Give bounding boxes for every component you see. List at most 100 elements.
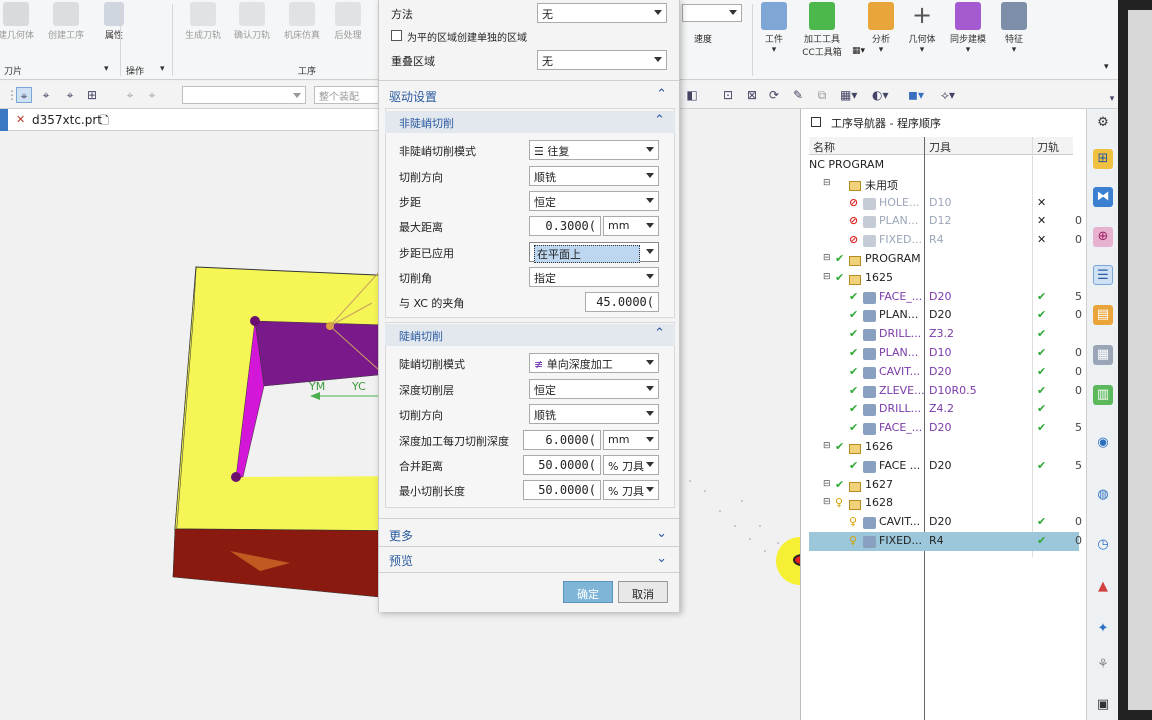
snap-view-icon[interactable]: ⧉ [814, 87, 830, 103]
clock-icon[interactable]: ◷ [1093, 535, 1113, 555]
column-tool[interactable]: 刀具 [925, 137, 1033, 155]
preview-section[interactable]: 预览 ⌄ [381, 548, 677, 570]
cut-angle-select[interactable]: 指定 [529, 267, 659, 287]
tree-row[interactable]: NC PROGRAM [809, 156, 1079, 175]
tree-row[interactable]: ✔ FACE ... D20 ✔ 5 [809, 457, 1082, 476]
layout-icon[interactable]: ▦▾ [840, 87, 857, 103]
separate-region-checkbox[interactable] [391, 30, 402, 41]
settings-icon[interactable]: ⚙ [1093, 113, 1113, 133]
step-applied-select[interactable]: 在平面上 [529, 242, 659, 263]
expand-toggle-icon[interactable]: ⊟ [823, 178, 831, 188]
tree-row[interactable]: ✔ DRILL... Z3.2 ✔ [809, 325, 1079, 344]
machining-feature-icon[interactable]: ▦ [1093, 345, 1113, 365]
expand-toggle-icon[interactable]: ⊟ [823, 479, 831, 489]
min-cut-length-unit-select[interactable]: % 刀具 [603, 480, 659, 500]
column-path[interactable]: 刀轨 [1033, 137, 1073, 155]
tree-row[interactable]: ⊘ PLAN... D12 ✕ 0 [809, 212, 1082, 231]
non-steep-mode-select[interactable]: ☰ 往复 [529, 140, 659, 160]
part-navigator-icon[interactable]: ⊞ [1093, 149, 1113, 169]
select-face-icon[interactable]: ⊞ [84, 87, 100, 103]
non-steep-direction-select[interactable]: 顺铣 [529, 166, 659, 186]
tree-row[interactable]: ⊘ HOLE... D10 ✕ [809, 194, 1079, 213]
feature-button[interactable]: 特征 ▾ [984, 2, 1044, 55]
filter-assembly-icon[interactable]: ⌖ [144, 87, 160, 103]
speed-combo[interactable] [682, 4, 742, 22]
visualization-icon[interactable]: ▲ [1093, 577, 1113, 597]
tree-row[interactable]: ♀ FIXED... R4 ✔ 0 [809, 532, 1082, 551]
expand-toggle-icon[interactable]: ⊟ [823, 272, 831, 282]
web-browser-icon[interactable]: ◉ [1093, 433, 1113, 453]
tree-row[interactable]: ⊟ 未用项 [809, 175, 1079, 194]
tree-row[interactable]: ⊟ ✔ 1626 [809, 438, 1079, 457]
postprocess-button[interactable]: 后处理 [318, 2, 378, 41]
max-distance-unit-select[interactable]: mm [603, 216, 659, 236]
display-options-icon[interactable]: ⟡▾ [940, 87, 956, 103]
steep-mode-select[interactable]: ≢ 单向深度加工 [529, 353, 659, 373]
drive-settings-section[interactable]: 驱动设置 ⌃ [381, 84, 677, 106]
system-scenes-icon[interactable]: ▣ [1093, 695, 1113, 715]
method-select[interactable]: 无 [537, 3, 667, 23]
file-tab-name[interactable]: d357xtc.prt [32, 113, 102, 127]
min-cut-length-input[interactable]: 50.0000( [523, 480, 601, 500]
merge-distance-input[interactable]: 50.0000( [523, 455, 601, 475]
scope-combo[interactable]: 整个装配 [314, 86, 380, 104]
machining-tools-button[interactable]: 加工工具 CC工具箱 [792, 2, 852, 58]
xc-angle-input[interactable]: 45.0000( [585, 292, 659, 312]
non-steep-header[interactable]: 非陡峭切削 ⌃ [385, 111, 675, 133]
zoom-fit-icon[interactable]: ⊡ [720, 87, 736, 103]
close-icon[interactable]: ✕ [16, 113, 25, 126]
properties-button[interactable]: 属性 [84, 2, 144, 41]
tree-row[interactable]: ✔ PLAN... D10 ✔ 0 [809, 344, 1082, 363]
shaded-cube-icon[interactable]: ◼▾ [908, 87, 924, 103]
tree-row[interactable]: ⊟ ✔ PROGRAM [809, 250, 1079, 269]
depth-layer-select[interactable]: 恒定 [529, 379, 659, 399]
expand-toggle-icon[interactable]: ⊟ [823, 253, 831, 263]
constraint-navigator-icon[interactable]: ⊕ [1093, 227, 1113, 247]
expand-toggle-icon[interactable]: ⊟ [823, 497, 831, 507]
cube-view-icon[interactable]: ◧ [684, 87, 700, 103]
ribbon-options-icon[interactable]: ▾ [1104, 62, 1109, 72]
ok-button[interactable]: 确定 [563, 581, 613, 603]
render-style-icon[interactable]: ◐▾ [872, 87, 889, 103]
type-filter-combo[interactable] [182, 86, 306, 104]
reuse-library-icon[interactable]: ▥ [1093, 385, 1113, 405]
history-icon[interactable]: ◍ [1093, 485, 1113, 505]
process-studio-icon[interactable]: ✦ [1093, 619, 1113, 639]
zoom-icon[interactable]: ⊠ [744, 87, 760, 103]
select-mode-icon[interactable]: ⌖ [16, 87, 32, 103]
column-name[interactable]: 名称 [809, 137, 925, 155]
tree-row[interactable]: ✔ ZLEVE... D10R0.5 ✔ 0 [809, 382, 1082, 401]
navigator-pin-icon[interactable] [811, 117, 821, 127]
assembly-navigator-icon[interactable]: ⧓ [1093, 187, 1113, 207]
tree-row[interactable]: ⊘ FIXED... R4 ✕ 0 [809, 231, 1082, 250]
roles-icon[interactable]: ⚘ [1093, 655, 1113, 675]
per-cut-depth-unit-select[interactable]: mm [603, 430, 659, 450]
tree-row[interactable]: ⊟ ✔ 1627 [809, 476, 1079, 495]
tree-row[interactable]: ✔ PLAN... D20 ✔ 0 [809, 306, 1082, 325]
steep-header[interactable]: 陡峭切削 ⌃ [385, 324, 675, 346]
max-distance-input[interactable]: 0.3000( [529, 216, 601, 236]
merge-distance-unit-select[interactable]: % 刀具 [603, 455, 659, 475]
stepover-select[interactable]: 恒定 [529, 191, 659, 211]
tree-row[interactable]: ✔ FACE_... D20 ✔ 5 [809, 288, 1082, 307]
tree-row[interactable]: ♀ CAVIT... D20 ✔ 0 [809, 513, 1082, 532]
overlap-select[interactable]: 无 [537, 50, 667, 70]
operation-navigator-icon[interactable]: ☰ [1093, 265, 1113, 285]
select-feature-icon[interactable]: ⌖ [38, 87, 54, 103]
tree-row[interactable]: ✔ FACE_... D20 ✔ 5 [809, 419, 1082, 438]
group-expand-icon[interactable]: ▾ [104, 64, 109, 74]
per-cut-depth-input[interactable]: 6.0000( [523, 430, 601, 450]
pan-icon[interactable]: ✎ [790, 87, 806, 103]
tree-row[interactable]: ⊟ ♀ 1628 [809, 494, 1079, 513]
tree-row[interactable]: ⊟ ✔ 1625 [809, 269, 1079, 288]
filter-icon[interactable]: ⌖ [122, 87, 138, 103]
tree-row[interactable]: ✔ DRILL... Z4.2 ✔ [809, 400, 1079, 419]
group-expand-icon[interactable]: ▾ [160, 64, 165, 74]
steep-direction-select[interactable]: 顺铣 [529, 404, 659, 424]
tree-row[interactable]: ✔ CAVIT... D20 ✔ 0 [809, 363, 1082, 382]
select-edge-icon[interactable]: ⌖ [62, 87, 78, 103]
expand-toggle-icon[interactable]: ⊟ [823, 441, 831, 451]
cancel-button[interactable]: 取消 [618, 581, 668, 603]
machine-tool-navigator-icon[interactable]: ▤ [1093, 305, 1113, 325]
rotate-icon[interactable]: ⟳ [766, 87, 782, 103]
